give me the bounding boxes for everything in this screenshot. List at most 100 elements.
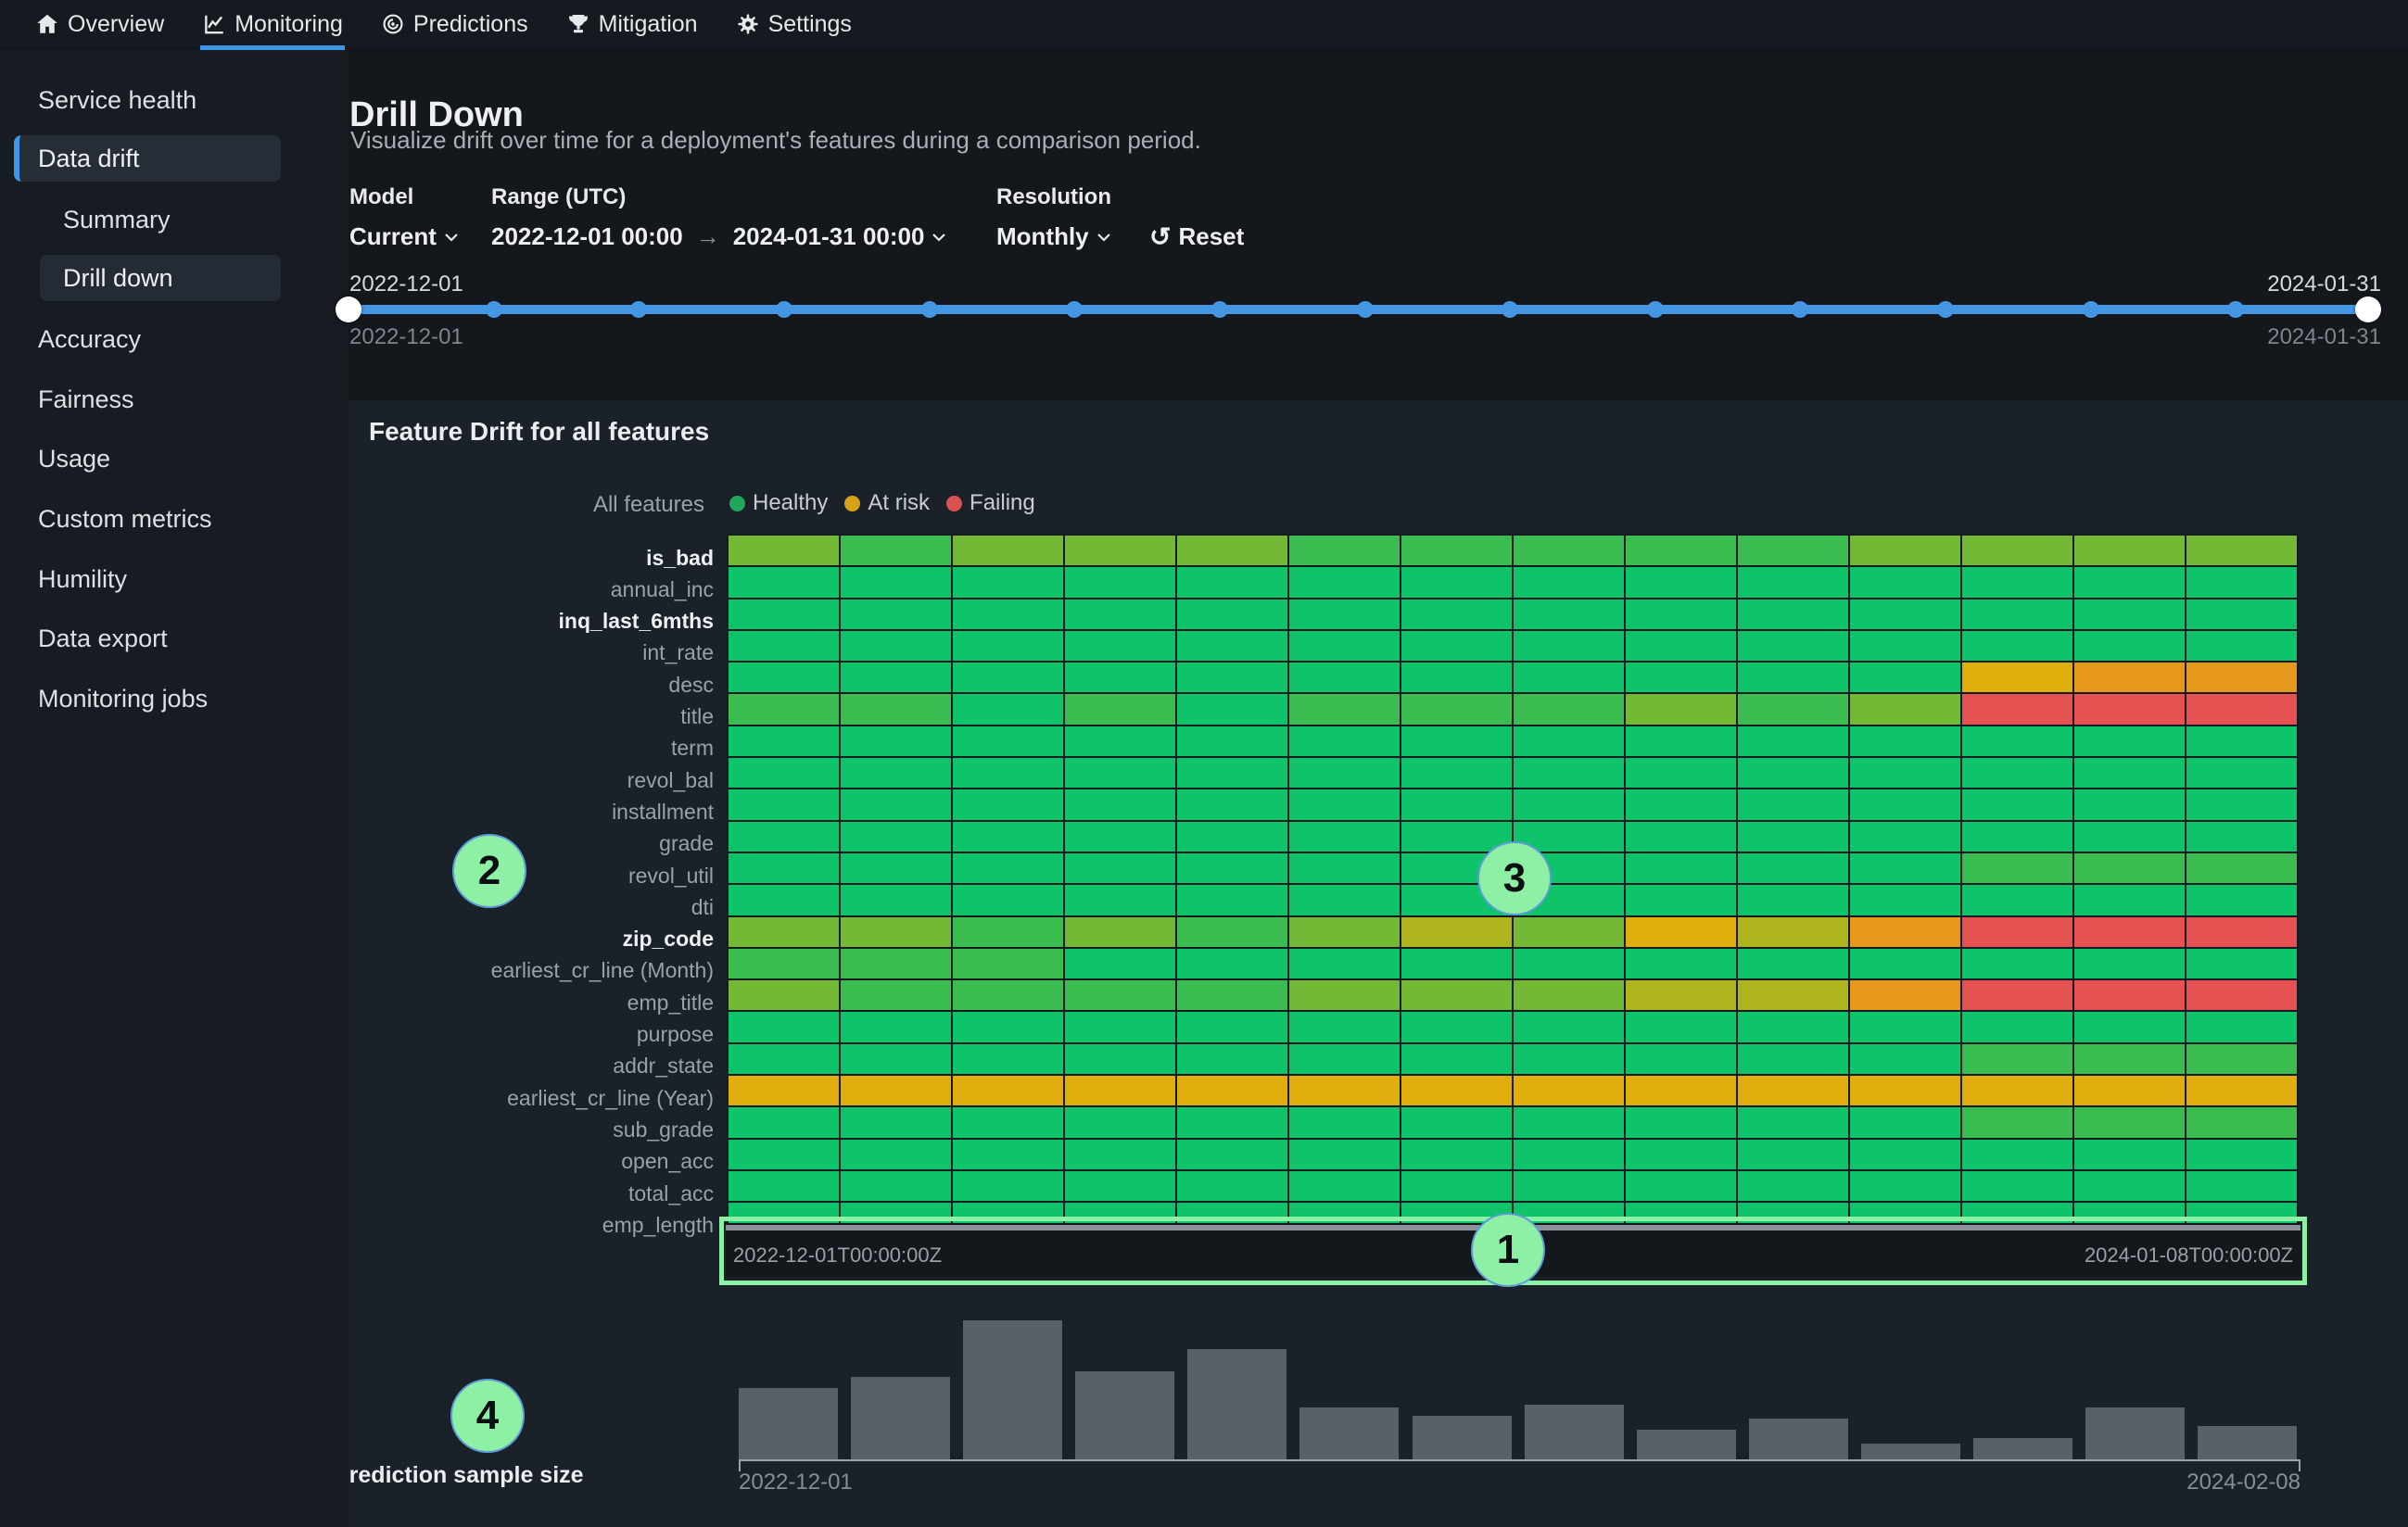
heatmap-cell-term-4[interactable] — [1065, 726, 1175, 756]
heatmap-cell-revol_bal-4[interactable] — [1065, 758, 1175, 788]
heatmap-cell-earliest_cr_line (Month)-7[interactable] — [1401, 949, 1512, 978]
heatmap-cell-desc-12[interactable] — [1962, 663, 2072, 692]
heatmap-cell-open_acc-11[interactable] — [1850, 1140, 1960, 1169]
heatmap-cell-sub_grade-1[interactable] — [729, 1107, 839, 1137]
heatmap-cell-zip_code-9[interactable] — [1626, 917, 1736, 947]
heatmap-cell-sub_grade-9[interactable] — [1626, 1107, 1736, 1137]
heatmap-cell-addr_state-14[interactable] — [2186, 1044, 2297, 1074]
heatmap-cell-sub_grade-14[interactable] — [2186, 1107, 2297, 1137]
heatmap-cell-earliest_cr_line (Year)-2[interactable] — [841, 1076, 951, 1105]
heatmap-cell-purpose-12[interactable] — [1962, 1012, 2072, 1041]
heatmap-cell-zip_code-13[interactable] — [2074, 917, 2185, 947]
heatmap-cell-is_bad-2[interactable] — [841, 536, 951, 565]
heatmap-cell-purpose-1[interactable] — [729, 1012, 839, 1041]
heatmap-cell-grade-12[interactable] — [1962, 822, 2072, 852]
heatmap-cell-annual_inc-3[interactable] — [953, 567, 1063, 597]
heatmap-cell-grade-14[interactable] — [2186, 822, 2297, 852]
heatmap-cell-revol_bal-6[interactable] — [1289, 758, 1400, 788]
heatmap-cell-annual_inc-14[interactable] — [2186, 567, 2297, 597]
heatmap-cell-revol_util-2[interactable] — [841, 853, 951, 883]
heatmap-cell-total_acc-2[interactable] — [841, 1171, 951, 1201]
heatmap-cell-term-12[interactable] — [1962, 726, 2072, 756]
heatmap-cell-installment-1[interactable] — [729, 789, 839, 819]
heatmap-cell-term-8[interactable] — [1514, 726, 1624, 756]
heatmap-cell-earliest_cr_line (Year)-10[interactable] — [1738, 1076, 1848, 1105]
heatmap-cell-revol_bal-14[interactable] — [2186, 758, 2297, 788]
heatmap-cell-revol_util-1[interactable] — [729, 853, 839, 883]
heatmap-cell-earliest_cr_line (Month)-2[interactable] — [841, 949, 951, 978]
sidebar-item-humility[interactable]: Humility — [0, 556, 349, 602]
heatmap-cell-int_rate-5[interactable] — [1177, 631, 1287, 661]
heatmap-cell-earliest_cr_line (Year)-6[interactable] — [1289, 1076, 1400, 1105]
heatmap-cell-sub_grade-4[interactable] — [1065, 1107, 1175, 1137]
heatmap-cell-title-8[interactable] — [1514, 694, 1624, 724]
heatmap-cell-desc-1[interactable] — [729, 663, 839, 692]
nav-item-mitigation[interactable]: Mitigation — [566, 0, 698, 49]
heatmap-cell-annual_inc-13[interactable] — [2074, 567, 2185, 597]
heatmap-cell-revol_util-4[interactable] — [1065, 853, 1175, 883]
heatmap-cell-zip_code-14[interactable] — [2186, 917, 2297, 947]
heatmap-cell-dti-10[interactable] — [1738, 885, 1848, 915]
heatmap-cell-revol_util-6[interactable] — [1289, 853, 1400, 883]
heatmap-cell-int_rate-6[interactable] — [1289, 631, 1400, 661]
heatmap-cell-emp_title-2[interactable] — [841, 980, 951, 1010]
heatmap-cell-inq_last_6mths-14[interactable] — [2186, 599, 2297, 629]
heatmap-cell-open_acc-2[interactable] — [841, 1140, 951, 1169]
heatmap-cell-inq_last_6mths-1[interactable] — [729, 599, 839, 629]
heatmap-cell-dti-1[interactable] — [729, 885, 839, 915]
heatmap-cell-dti-2[interactable] — [841, 885, 951, 915]
heatmap-cell-inq_last_6mths-2[interactable] — [841, 599, 951, 629]
heatmap-cell-emp_title-5[interactable] — [1177, 980, 1287, 1010]
heatmap-cell-annual_inc-1[interactable] — [729, 567, 839, 597]
heatmap-cell-annual_inc-5[interactable] — [1177, 567, 1287, 597]
sidebar-item-custom-metrics[interactable]: Custom metrics — [0, 496, 349, 542]
heatmap-cell-installment-3[interactable] — [953, 789, 1063, 819]
heatmap-cell-title-12[interactable] — [1962, 694, 2072, 724]
heatmap-cell-annual_inc-4[interactable] — [1065, 567, 1175, 597]
heatmap-cell-inq_last_6mths-3[interactable] — [953, 599, 1063, 629]
heatmap-cell-term-11[interactable] — [1850, 726, 1960, 756]
heatmap-cell-installment-14[interactable] — [2186, 789, 2297, 819]
heatmap-cell-open_acc-14[interactable] — [2186, 1140, 2297, 1169]
heatmap-cell-open_acc-4[interactable] — [1065, 1140, 1175, 1169]
heatmap-cell-sub_grade-3[interactable] — [953, 1107, 1063, 1137]
heatmap-cell-desc-10[interactable] — [1738, 663, 1848, 692]
heatmap-cell-revol_bal-8[interactable] — [1514, 758, 1624, 788]
heatmap-cell-zip_code-1[interactable] — [729, 917, 839, 947]
heatmap-cell-zip_code-4[interactable] — [1065, 917, 1175, 947]
heatmap-cell-zip_code-3[interactable] — [953, 917, 1063, 947]
heatmap-cell-term-14[interactable] — [2186, 726, 2297, 756]
heatmap-cell-zip_code-7[interactable] — [1401, 917, 1512, 947]
heatmap-cell-installment-6[interactable] — [1289, 789, 1400, 819]
heatmap-cell-int_rate-11[interactable] — [1850, 631, 1960, 661]
heatmap-cell-is_bad-8[interactable] — [1514, 536, 1624, 565]
heatmap-cell-sub_grade-10[interactable] — [1738, 1107, 1848, 1137]
heatmap-cell-earliest_cr_line (Year)-11[interactable] — [1850, 1076, 1960, 1105]
heatmap-cell-installment-10[interactable] — [1738, 789, 1848, 819]
heatmap-cell-zip_code-2[interactable] — [841, 917, 951, 947]
heatmap-cell-int_rate-13[interactable] — [2074, 631, 2185, 661]
heatmap-cell-zip_code-11[interactable] — [1850, 917, 1960, 947]
heatmap-cell-total_acc-11[interactable] — [1850, 1171, 1960, 1201]
heatmap-cell-earliest_cr_line (Month)-11[interactable] — [1850, 949, 1960, 978]
heatmap-cell-desc-5[interactable] — [1177, 663, 1287, 692]
heatmap-cell-total_acc-1[interactable] — [729, 1171, 839, 1201]
heatmap-cell-addr_state-1[interactable] — [729, 1044, 839, 1074]
heatmap-cell-zip_code-12[interactable] — [1962, 917, 2072, 947]
heatmap-cell-int_rate-12[interactable] — [1962, 631, 2072, 661]
heatmap-cell-grade-1[interactable] — [729, 822, 839, 852]
heatmap-cell-revol_util-5[interactable] — [1177, 853, 1287, 883]
heatmap-cell-open_acc-13[interactable] — [2074, 1140, 2185, 1169]
heatmap-cell-addr_state-4[interactable] — [1065, 1044, 1175, 1074]
heatmap-cell-is_bad-13[interactable] — [2074, 536, 2185, 565]
heatmap-cell-earliest_cr_line (Month)-6[interactable] — [1289, 949, 1400, 978]
heatmap-cell-title-9[interactable] — [1626, 694, 1736, 724]
heatmap-cell-earliest_cr_line (Month)-5[interactable] — [1177, 949, 1287, 978]
heatmap-cell-addr_state-2[interactable] — [841, 1044, 951, 1074]
heatmap-cell-revol_util-11[interactable] — [1850, 853, 1960, 883]
heatmap-cell-term-7[interactable] — [1401, 726, 1512, 756]
heatmap-cell-addr_state-6[interactable] — [1289, 1044, 1400, 1074]
heatmap-cell-term-2[interactable] — [841, 726, 951, 756]
heatmap-cell-annual_inc-12[interactable] — [1962, 567, 2072, 597]
heatmap-cell-annual_inc-8[interactable] — [1514, 567, 1624, 597]
